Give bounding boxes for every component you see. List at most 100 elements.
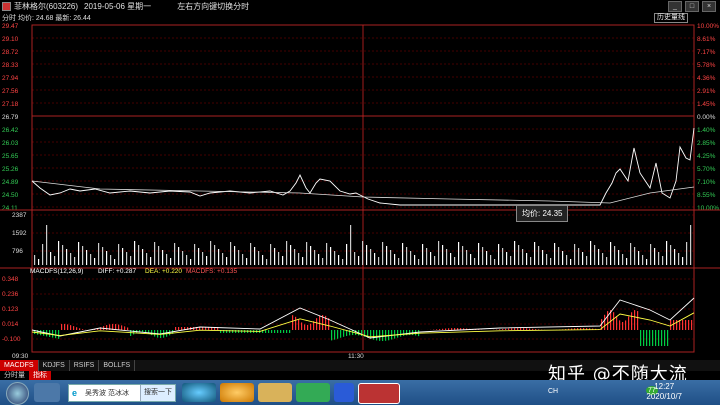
volume-bar (410, 251, 412, 265)
volume-bar (470, 254, 472, 265)
macd-bar (532, 328, 534, 330)
macd-bar (337, 330, 339, 339)
macd-bar (295, 316, 297, 330)
volume-bar (630, 243, 632, 265)
macd-bar (67, 324, 69, 330)
volume-bar (298, 253, 300, 265)
tab-volume[interactable]: 分时量 (0, 371, 29, 380)
volume-bar (658, 252, 660, 265)
volume-bar (118, 244, 120, 265)
macd-bar (241, 330, 243, 333)
tab-kdjfs[interactable]: KDJFS (39, 360, 70, 371)
volume-bar (198, 248, 200, 265)
volume-bar (214, 245, 216, 265)
chart-area[interactable]: 29.47 10.00% 29.10 8.61% 28.72 7.17% 28.33 5.78… (0, 23, 720, 360)
close-button[interactable]: × (702, 1, 716, 12)
pct-tick-label: 0.00% (697, 114, 716, 121)
hint-label: 左右方向键切换分时 (177, 1, 250, 11)
pct-tick-label: 1.40% (697, 127, 716, 134)
pct-tick-label: 2.91% (697, 88, 716, 95)
search-button[interactable]: 搜索一下 (140, 385, 175, 401)
price-tick-label: 29.10 (2, 36, 19, 43)
word-icon[interactable] (334, 383, 354, 402)
volume-bar (234, 246, 236, 265)
price-tick-label: 27.56 (2, 88, 19, 95)
macd-bar (688, 320, 690, 330)
stock-app-icon[interactable] (358, 383, 400, 404)
search-text: 吴秀波 范冰冰 (85, 390, 129, 397)
macd-bar (142, 330, 144, 333)
tab-bollfs[interactable]: BOLLFS (99, 360, 136, 371)
macd-bar (280, 330, 282, 333)
history-button[interactable]: 历史量线 (654, 13, 688, 23)
pct-tick-label: 8.55% (697, 192, 716, 199)
volume-bar (638, 251, 640, 265)
volume-bar (462, 246, 464, 265)
price-tick-label: 25.26 (2, 166, 19, 173)
volume-bar (458, 242, 460, 265)
macd-bar (334, 330, 336, 340)
mode-label: 分时 (2, 15, 16, 22)
pct-tick-label: 10.00% (697, 23, 719, 30)
volume-bar (318, 254, 320, 265)
volume-bar (210, 241, 212, 265)
volume-bar (426, 248, 428, 265)
volume-bar (682, 257, 684, 265)
volume-bar (558, 247, 560, 265)
volume-bar (290, 245, 292, 265)
macd-bar (679, 320, 681, 330)
volume-bar (542, 250, 544, 265)
volume-bar (350, 225, 352, 265)
macd-bar (73, 326, 75, 330)
macd-bar (529, 328, 531, 330)
macd-bar (373, 330, 375, 340)
volume-bar (554, 243, 556, 265)
volume-bar (202, 252, 204, 265)
macd-bar (289, 330, 291, 333)
tab-rsifs[interactable]: RSIFS (70, 360, 100, 371)
price-tick-label: 29.47 (2, 23, 19, 30)
volume-bar (238, 250, 240, 265)
macd-bar (310, 323, 312, 330)
latest-price: 最新: 26.44 (55, 15, 91, 22)
volume-bar (366, 245, 368, 265)
volume-bar (686, 242, 688, 265)
app-icon (2, 1, 11, 11)
volume-bar (566, 255, 568, 265)
wps-icon[interactable] (296, 383, 330, 402)
ie-browser-icon[interactable] (182, 383, 216, 402)
volume-bar (34, 255, 36, 265)
volume-bar (58, 241, 60, 265)
macd-bar (682, 320, 684, 330)
macd-bar (514, 328, 516, 330)
maximize-button[interactable]: □ (685, 1, 699, 12)
tab-macdfs[interactable]: MACDFS (0, 360, 39, 371)
volume-bar (110, 255, 112, 265)
macd-bar (124, 326, 126, 330)
volume-bar (286, 241, 288, 265)
price-tick-label: 26.79 (2, 114, 19, 121)
macd-bar (643, 330, 645, 346)
volume-bar (82, 246, 84, 265)
macd-bar (52, 330, 54, 338)
volume-bar (274, 248, 276, 265)
volume-bar (590, 241, 592, 265)
tab-indicator[interactable]: 指标 (29, 371, 51, 380)
minimize-button[interactable]: _ (668, 1, 682, 12)
macd-bar (304, 324, 306, 330)
media-player-icon[interactable] (220, 383, 254, 402)
macd-bar (667, 330, 669, 346)
time-mid-label: 11:30 (348, 353, 364, 360)
title-bar: 菲林格尔(603226) 2019-05-06 星期一 左右方向键切换分时 _ … (0, 0, 720, 12)
macd-bar (397, 330, 399, 338)
volume-bar (90, 254, 92, 265)
explorer-icon[interactable] (34, 383, 60, 402)
search-box[interactable]: e 吴秀波 范冰冰 搜索一下 (68, 384, 176, 402)
volume-bar (382, 242, 384, 265)
volume-bar (678, 253, 680, 265)
folder-icon[interactable] (258, 383, 292, 402)
macd-bar (685, 320, 687, 330)
crosshair-tooltip: 均价: 24.35 (516, 205, 569, 222)
lang-indicator[interactable]: CH (548, 388, 558, 395)
start-button[interactable] (6, 382, 29, 405)
